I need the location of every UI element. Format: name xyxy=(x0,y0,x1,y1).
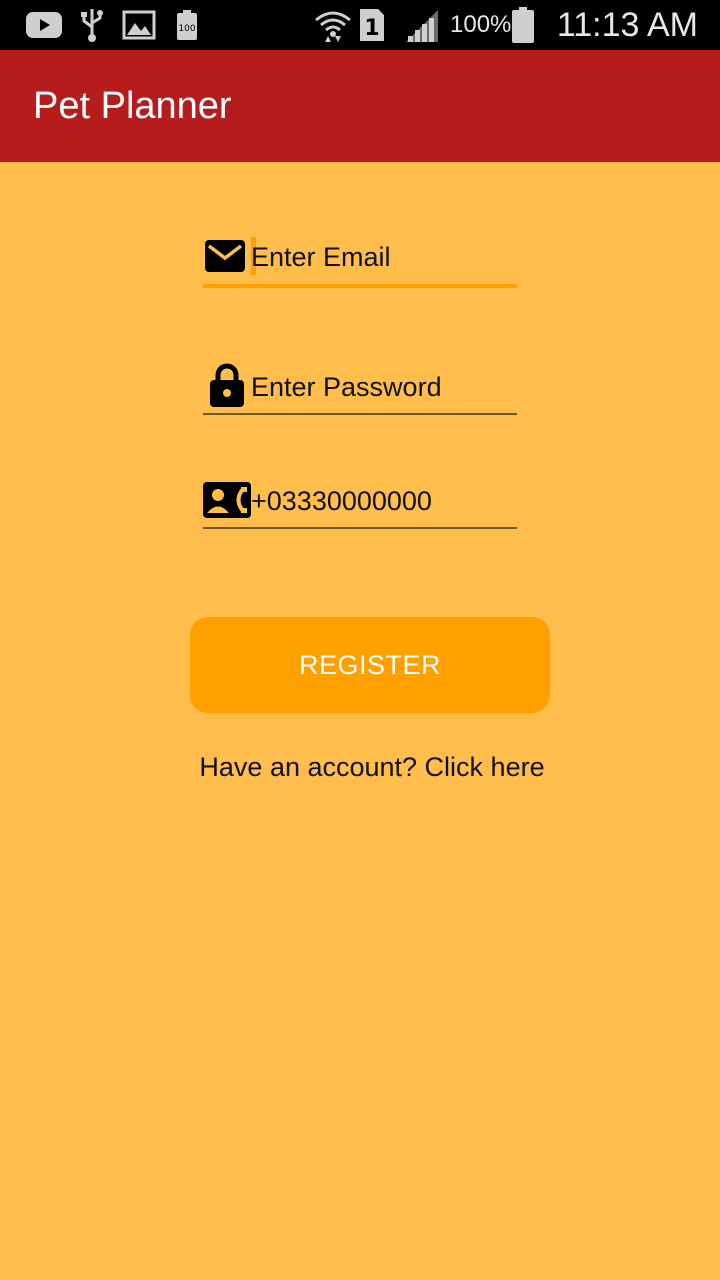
login-link[interactable]: Have an account? Click here xyxy=(0,752,720,783)
password-underline xyxy=(203,413,517,415)
register-button[interactable]: REGISTER xyxy=(190,617,550,713)
app-bar: Pet Planner xyxy=(0,50,720,162)
youtube-icon xyxy=(26,0,62,50)
sim-slot-label: 1 xyxy=(364,16,379,41)
wifi-icon xyxy=(314,0,352,50)
lock-icon xyxy=(210,363,244,412)
usb-icon xyxy=(80,0,104,50)
battery-notify-icon: 100 xyxy=(176,0,198,50)
contact-phone-icon xyxy=(203,482,251,523)
email-underline xyxy=(203,284,517,288)
battery-percent: 100% xyxy=(450,11,512,38)
email-field[interactable]: Enter Email xyxy=(203,230,517,290)
password-field[interactable]: Enter Password xyxy=(203,360,517,418)
password-placeholder: Enter Password xyxy=(251,372,442,402)
app-title: Pet Planner xyxy=(33,84,232,127)
email-placeholder: Enter Email xyxy=(251,242,391,272)
email-icon xyxy=(205,240,245,277)
battery-icon xyxy=(512,0,534,50)
phone-underline xyxy=(203,527,517,529)
phone-field[interactable]: +03330000000 xyxy=(203,478,517,532)
gallery-icon xyxy=(122,0,156,50)
sim-icon: 1 xyxy=(358,0,386,50)
battery-notify-label: 100 xyxy=(178,24,195,34)
phone-value: +03330000000 xyxy=(251,486,432,516)
clock: 11:13 AM xyxy=(556,5,698,44)
status-bar: 100 1 100% 11:13 AM xyxy=(0,0,720,50)
signal-icon xyxy=(404,0,440,50)
